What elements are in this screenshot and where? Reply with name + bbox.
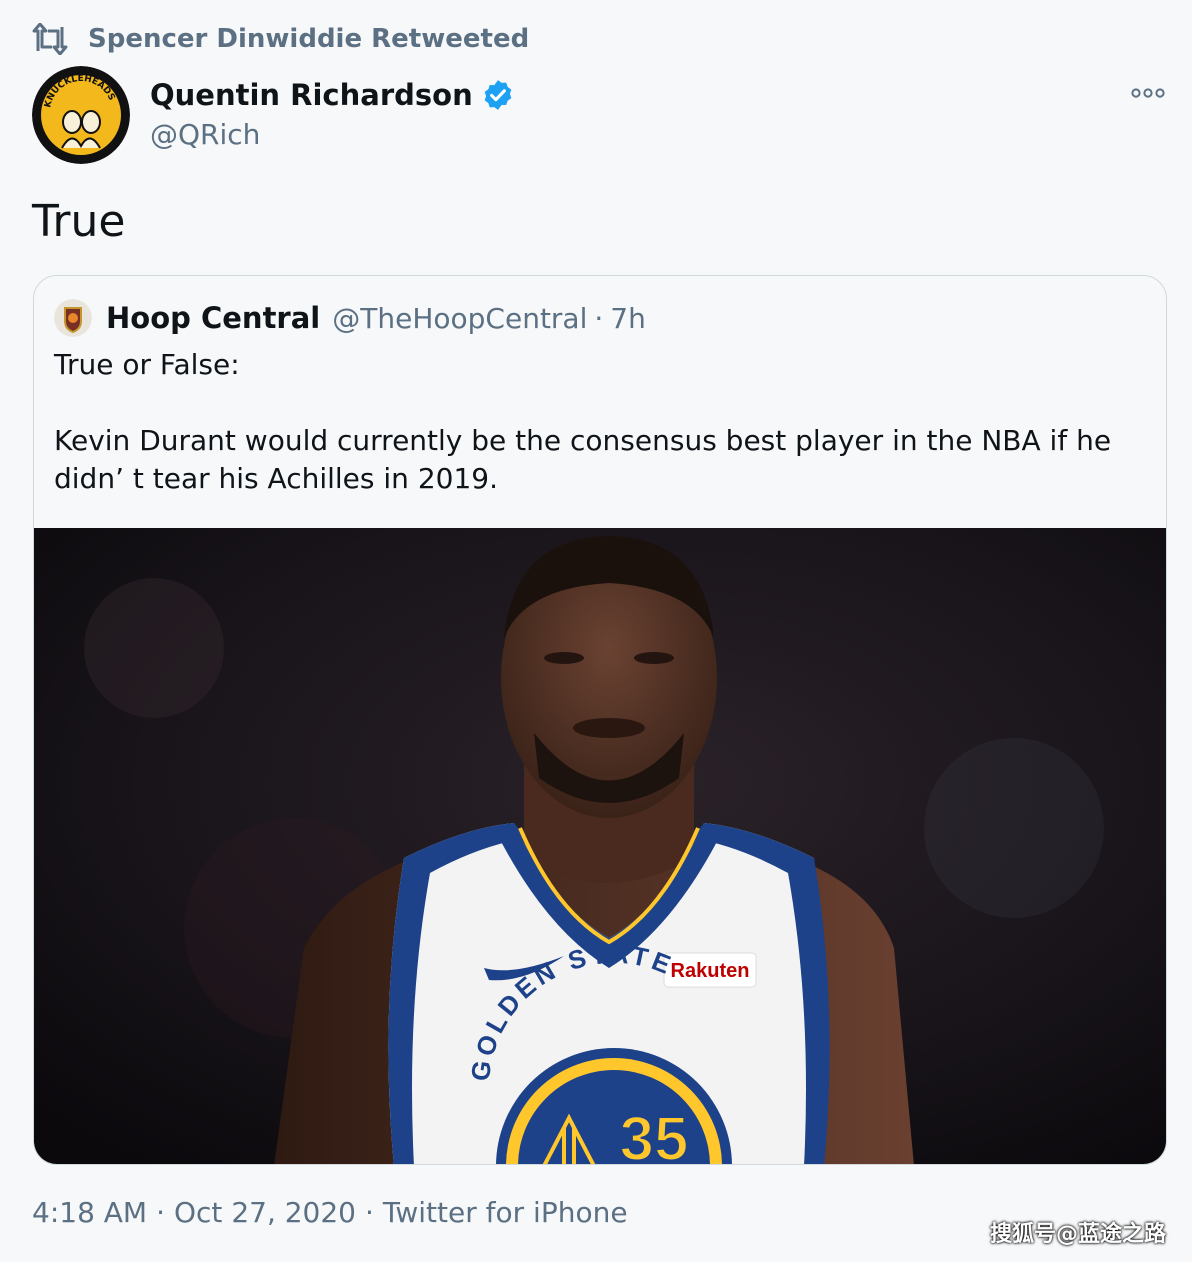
author-name[interactable]: Quentin Richardson: [150, 78, 473, 112]
tweet-source[interactable]: Twitter for iPhone: [383, 1196, 628, 1229]
quoted-tweet-photo[interactable]: Rakuten GOLDEN STATE 35: [34, 528, 1167, 1165]
watermark: 搜狐号@蓝途之路: [989, 1222, 1166, 1247]
quoted-author-handle[interactable]: @TheHoopCentral: [332, 302, 587, 335]
quoted-line-1: True or False:: [54, 348, 240, 381]
quoted-tweet-card[interactable]: Hoop Central @TheHoopCentral · 7h True o…: [33, 275, 1167, 1165]
author-avatar[interactable]: KNUCKLEHEADS: [32, 66, 130, 164]
quoted-line-2: Kevin Durant would currently be the cons…: [54, 424, 1112, 495]
quoted-author-avatar[interactable]: [54, 299, 92, 337]
separator-dot: ·: [156, 1196, 165, 1229]
separator-dot: ·: [594, 301, 604, 335]
verified-badge-icon: [484, 80, 512, 110]
tweet-metadata: 4:18 AM · Oct 27, 2020 · Twitter for iPh…: [32, 1196, 628, 1229]
quoted-tweet-text: True or False: Kevin Durant would curren…: [54, 346, 1150, 498]
retweet-context[interactable]: Spencer Dinwiddie Retweeted: [30, 22, 529, 56]
quoted-tweet-time[interactable]: 7h: [610, 302, 646, 335]
tweet-text: True: [32, 196, 126, 247]
retweet-label: Spencer Dinwiddie Retweeted: [88, 24, 530, 54]
jersey-number: 35: [620, 1105, 689, 1165]
quoted-tweet-header: Hoop Central @TheHoopCentral · 7h: [54, 296, 646, 340]
hoop-central-logo-icon: [54, 299, 92, 337]
author-handle[interactable]: @QRich: [150, 118, 515, 151]
avatar-logo-image: KNUCKLEHEADS: [32, 66, 130, 164]
more-options-icon[interactable]: [1130, 84, 1166, 102]
tweet-date[interactable]: Oct 27, 2020: [174, 1196, 356, 1229]
sponsor-patch: Rakuten: [671, 960, 750, 982]
tweet-time[interactable]: 4:18 AM: [32, 1196, 147, 1229]
separator-dot: ·: [365, 1196, 374, 1229]
quoted-author-name[interactable]: Hoop Central: [106, 301, 320, 335]
retweet-icon: [32, 23, 68, 55]
